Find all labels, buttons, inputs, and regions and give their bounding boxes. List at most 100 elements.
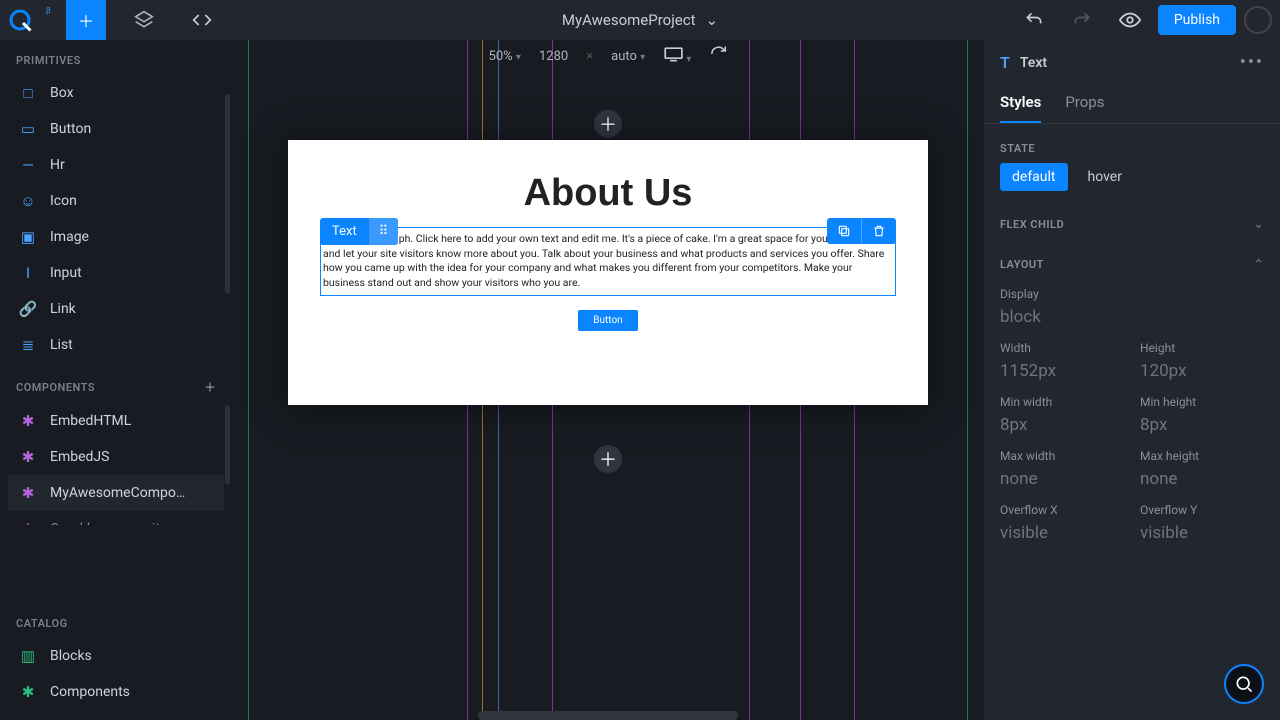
layout-label: LAYOUT <box>1000 258 1044 271</box>
catalog-header: CATALOG <box>0 603 232 638</box>
chevron-down-icon: ⌄ <box>706 11 719 29</box>
hr-icon: — <box>18 155 38 175</box>
blocks-icon: ▥ <box>18 646 38 666</box>
layout-section[interactable]: LAYOUT ⌃ <box>984 239 1280 279</box>
primitive-label: List <box>50 337 73 353</box>
page-button[interactable]: Button <box>578 310 638 331</box>
list-icon: ≣ <box>18 335 38 355</box>
tab-props[interactable]: Props <box>1065 93 1104 123</box>
add-bottom-button[interactable]: ＋ <box>594 445 622 473</box>
component-label: EmbedHTML <box>50 413 131 429</box>
component-quarklycommunity[interactable]: ✱Quarklycommunity… <box>8 511 224 525</box>
chevron-down-icon: ⌄ <box>1253 217 1264 231</box>
page-frame[interactable]: Text ⠿ About Us Hi! I'm a paragraph. Cli… <box>288 140 928 405</box>
components-header-label: COMPONENTS <box>16 381 95 394</box>
user-avatar[interactable] <box>1244 6 1272 34</box>
tab-styles[interactable]: Styles <box>1000 93 1041 123</box>
overflowy-value[interactable]: visible <box>1140 523 1264 543</box>
page-heading[interactable]: About Us <box>320 172 896 215</box>
maxw-label: Max width <box>1000 449 1124 463</box>
canvas-height[interactable]: auto ▾ <box>611 49 645 64</box>
duplicate-icon[interactable] <box>827 218 861 244</box>
project-selector[interactable]: MyAwesomeProject ⌄ <box>562 11 718 29</box>
preview-icon[interactable] <box>1110 0 1150 40</box>
text-icon: T <box>1000 53 1010 72</box>
undo-button[interactable] <box>1014 0 1054 40</box>
delete-icon[interactable] <box>861 218 896 244</box>
component-icon: ✱ <box>18 411 38 431</box>
primitive-label: Icon <box>50 193 77 209</box>
primitive-label: Hr <box>50 157 65 173</box>
state-hover[interactable]: hover <box>1076 163 1134 191</box>
device-icon[interactable]: ▾ <box>663 46 691 66</box>
component-label: EmbedJS <box>50 449 109 465</box>
display-value[interactable]: block <box>1000 307 1264 327</box>
minw-label: Min width <box>1000 395 1124 409</box>
beta-badge: β <box>46 6 51 15</box>
primitive-link[interactable]: 🔗Link <box>8 291 224 327</box>
primitive-box[interactable]: □Box <box>8 75 224 111</box>
primitive-icon[interactable]: ☺ Icon <box>8 183 224 219</box>
height-value[interactable]: 120px <box>1140 361 1264 381</box>
smiley-icon: ☺ <box>18 191 38 211</box>
input-icon: I <box>18 263 38 283</box>
maxw-value[interactable]: none <box>1000 469 1124 489</box>
flex-child-section[interactable]: FLEX CHILD ⌄ <box>984 199 1280 239</box>
maxh-value[interactable]: none <box>1140 469 1264 489</box>
catalog-components[interactable]: ✱Components <box>8 674 224 710</box>
width-value[interactable]: 1152px <box>1000 361 1124 381</box>
overflowy-label: Overflow Y <box>1140 503 1264 517</box>
drag-handle-icon[interactable]: ⠿ <box>369 218 399 245</box>
primitive-label: Box <box>50 85 74 101</box>
zoom-select[interactable]: 50% ▾ <box>489 49 521 64</box>
layers-icon[interactable] <box>124 0 164 40</box>
right-panel: T Text ••• Styles Props STATE default ho… <box>984 40 1280 720</box>
catalog-label: Blocks <box>50 648 92 664</box>
help-button[interactable] <box>1224 664 1264 704</box>
more-icon[interactable]: ••• <box>1240 52 1264 73</box>
chevron-down-icon: ▾ <box>686 54 691 65</box>
horizontal-scrollbar[interactable] <box>478 711 738 720</box>
publish-button[interactable]: Publish <box>1158 5 1236 35</box>
minw-value[interactable]: 8px <box>1000 415 1124 435</box>
component-embedjs[interactable]: ✱ EmbedJS <box>8 439 224 475</box>
chevron-down-icon: ▾ <box>640 52 645 63</box>
primitive-list[interactable]: ≣ List <box>8 327 224 363</box>
state-header: STATE <box>984 124 1280 163</box>
flex-child-label: FLEX CHILD <box>1000 218 1064 231</box>
canvas-width[interactable]: 1280 <box>539 49 568 64</box>
primitive-label: Image <box>50 229 89 245</box>
catalog-blocks[interactable]: ▥ Blocks <box>8 638 224 674</box>
add-component-icon[interactable]: ＋ <box>205 379 217 395</box>
primitive-image[interactable]: ▣Image <box>8 219 224 255</box>
canvas: 50% ▾ 1280 × auto ▾ ▾ ＋ Text ⠿ About Us <box>232 40 984 720</box>
overflowx-value[interactable]: visible <box>1000 523 1124 543</box>
scrollbar[interactable] <box>225 94 230 294</box>
add-button[interactable]: ＋ <box>66 0 106 40</box>
component-myawesomecompo[interactable]: ✱MyAwesomeCompo… <box>8 475 224 511</box>
state-default[interactable]: default <box>1000 163 1068 191</box>
canvas-toolbar: 50% ▾ 1280 × auto ▾ ▾ <box>489 44 728 68</box>
selection-actions <box>827 218 896 244</box>
scrollbar[interactable] <box>225 405 230 485</box>
selected-element-header: T Text <box>1000 53 1047 72</box>
refresh-icon[interactable] <box>709 45 727 67</box>
primitives-header: PRIMITIVES <box>0 40 232 75</box>
component-label: Quarklycommunity… <box>50 521 175 525</box>
primitive-button[interactable]: ▭Button <box>8 111 224 147</box>
primitive-input[interactable]: IInput <box>8 255 224 291</box>
minh-value[interactable]: 8px <box>1140 415 1264 435</box>
component-icon: ✱ <box>18 447 38 467</box>
project-name: MyAwesomeProject <box>562 11 696 29</box>
redo-button[interactable] <box>1062 0 1102 40</box>
width-label: Width <box>1000 341 1124 355</box>
code-icon[interactable] <box>182 0 222 40</box>
selection-toolbar: Text ⠿ <box>320 218 398 245</box>
components-header: COMPONENTS ＋ <box>0 365 232 403</box>
primitive-hr[interactable]: — Hr <box>8 147 224 183</box>
component-icon: ✱ <box>18 483 38 503</box>
component-embedhtml[interactable]: ✱ EmbedHTML <box>8 403 224 439</box>
page-paragraph[interactable]: Hi! I'm a paragraph. Click here to add y… <box>320 227 896 296</box>
app-logo[interactable] <box>0 0 40 40</box>
button-icon: ▭ <box>18 119 38 139</box>
